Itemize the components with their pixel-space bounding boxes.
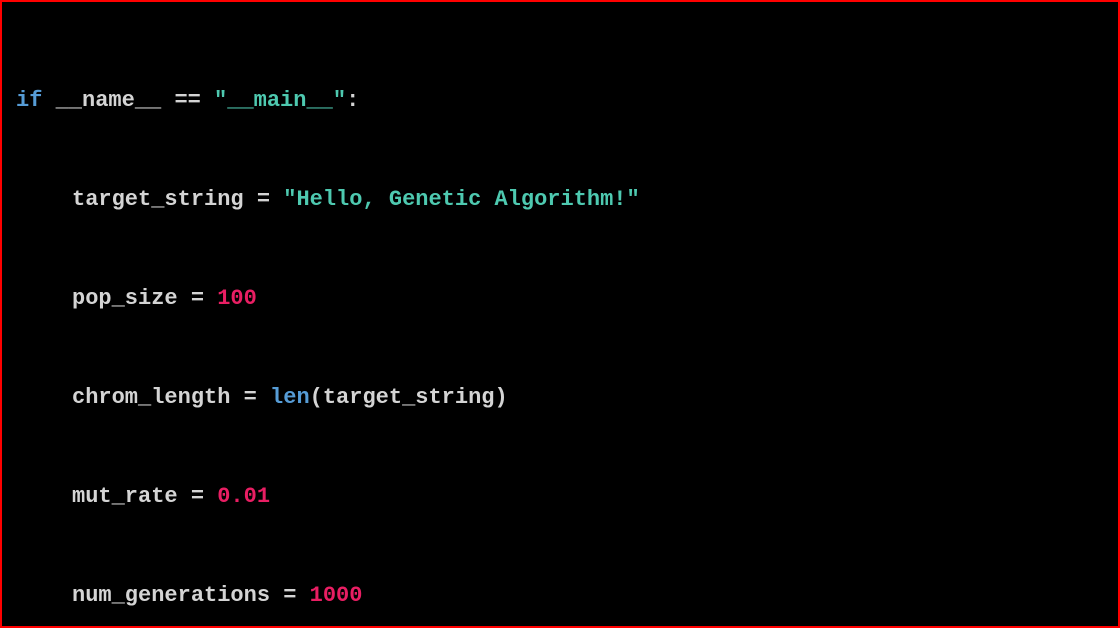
paren-close: ) — [495, 385, 508, 410]
number-1000: 1000 — [310, 583, 363, 608]
arg-target-string: target_string — [323, 385, 495, 410]
keyword-if: if — [16, 88, 42, 113]
number-001: 0.01 — [217, 484, 270, 509]
var-mut-rate: mut_rate — [72, 484, 178, 509]
operator-assign: = — [244, 385, 257, 410]
operator-assign: = — [257, 187, 270, 212]
string-main: "__main__" — [214, 88, 346, 113]
identifier-name: __name__ — [56, 88, 162, 113]
number-100: 100 — [217, 286, 257, 311]
code-line-6: num_generations = 1000 — [16, 571, 1104, 621]
builtin-len: len — [270, 385, 310, 410]
operator-assign: = — [191, 286, 204, 311]
paren-open: ( — [310, 385, 323, 410]
code-line-3: pop_size = 100 — [16, 274, 1104, 324]
code-line-1: if __name__ == "__main__": — [16, 76, 1104, 126]
operator-assign: = — [283, 583, 296, 608]
var-pop-size: pop_size — [72, 286, 178, 311]
var-chrom-length: chrom_length — [72, 385, 230, 410]
string-hello: "Hello, Genetic Algorithm!" — [283, 187, 639, 212]
operator-assign: = — [191, 484, 204, 509]
colon: : — [346, 88, 359, 113]
code-line-2: target_string = "Hello, Genetic Algorith… — [16, 175, 1104, 225]
code-line-4: chrom_length = len(target_string) — [16, 373, 1104, 423]
code-editor[interactable]: if __name__ == "__main__": target_string… — [2, 2, 1118, 626]
code-line-5: mut_rate = 0.01 — [16, 472, 1104, 522]
operator-eq: == — [174, 88, 200, 113]
var-target-string: target_string — [72, 187, 244, 212]
var-num-generations: num_generations — [72, 583, 270, 608]
